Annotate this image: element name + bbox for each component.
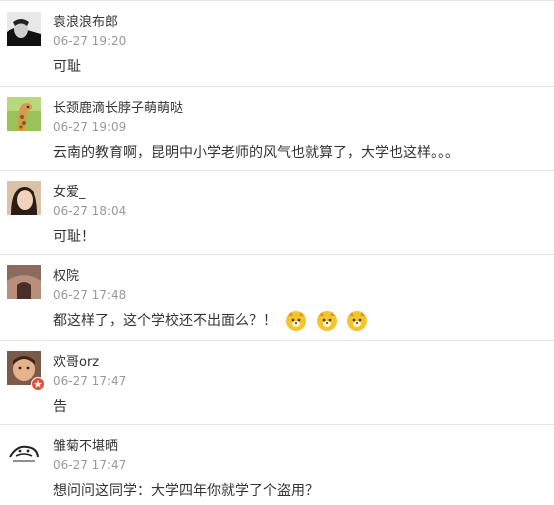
comment-list: 袁浪浪布郎 06-27 19:20 可耻 长颈鹿滴长脖子萌萌哒 06-27 19… (0, 0, 554, 504)
avatar-back-icon-graphic (7, 265, 41, 299)
avatar-sketch-icon-graphic (7, 435, 41, 469)
dog-face-emoji-icon (285, 310, 307, 332)
avatar-back-icon[interactable] (7, 265, 41, 299)
comment-item: 袁浪浪布郎 06-27 19:20 可耻 (0, 1, 554, 87)
timestamp: 06-27 19:09 (53, 120, 127, 134)
dog-face-emoji-icon (316, 310, 338, 332)
comment-text: 想问问这同学：大学四年你就学了个盗用？ (53, 483, 319, 499)
comment-item: 雏菊不堪晒 06-27 17:47 想问问这同学：大学四年你就学了个盗用？ (0, 425, 554, 505)
comment-text: 可耻 (53, 59, 81, 75)
comment-text: 都这样了，这个学校还不出面么？！ (53, 310, 372, 332)
avatar-man-black-white-icon-graphic (7, 12, 41, 46)
username[interactable]: 袁浪浪布郎 (53, 11, 118, 30)
comment-item: 女爱_ 06-27 18:04 可耻！ (0, 171, 554, 255)
comment-item: 权院 06-27 17:48 都这样了，这个学校还不出面么？！ (0, 255, 554, 341)
avatar-sketch-icon[interactable] (7, 435, 41, 469)
comment-item: 长颈鹿滴长脖子萌萌哒 06-27 19:09 云南的教育啊，昆明中小学老师的风气… (0, 87, 554, 171)
username[interactable]: 权院 (53, 265, 79, 284)
timestamp: 06-27 19:20 (53, 34, 127, 48)
avatar-girl-icon[interactable] (7, 181, 41, 215)
comment-text: 云南的教育啊，昆明中小学老师的风气也就算了，大学也这样。。。 (53, 145, 459, 161)
verified-badge-icon (31, 376, 45, 391)
username[interactable]: 雏菊不堪晒 (53, 435, 118, 454)
username[interactable]: 欢哥orz (53, 351, 99, 370)
username[interactable]: 长颈鹿滴长脖子萌萌哒 (53, 97, 183, 116)
avatar-girl-icon-graphic (7, 181, 41, 215)
timestamp: 06-27 17:47 (53, 374, 127, 388)
avatar-man-black-white-icon[interactable] (7, 12, 41, 46)
avatar-giraffe-icon-graphic (7, 97, 41, 131)
comment-item: 欢哥orz 06-27 17:47 告 (0, 341, 554, 425)
timestamp: 06-27 17:47 (53, 458, 127, 472)
timestamp: 06-27 17:48 (53, 288, 127, 302)
comment-text: 告 (53, 399, 67, 415)
comment-text-content: 都这样了，这个学校还不出面么？！ (53, 313, 277, 329)
dog-face-emoji-icon (346, 310, 368, 332)
avatar-baby-icon[interactable] (7, 351, 45, 391)
avatar-giraffe-icon[interactable] (7, 97, 41, 131)
emoji-row (285, 310, 372, 332)
comment-text: 可耻！ (53, 229, 95, 245)
username[interactable]: 女爱_ (53, 181, 86, 200)
timestamp: 06-27 18:04 (53, 204, 127, 218)
